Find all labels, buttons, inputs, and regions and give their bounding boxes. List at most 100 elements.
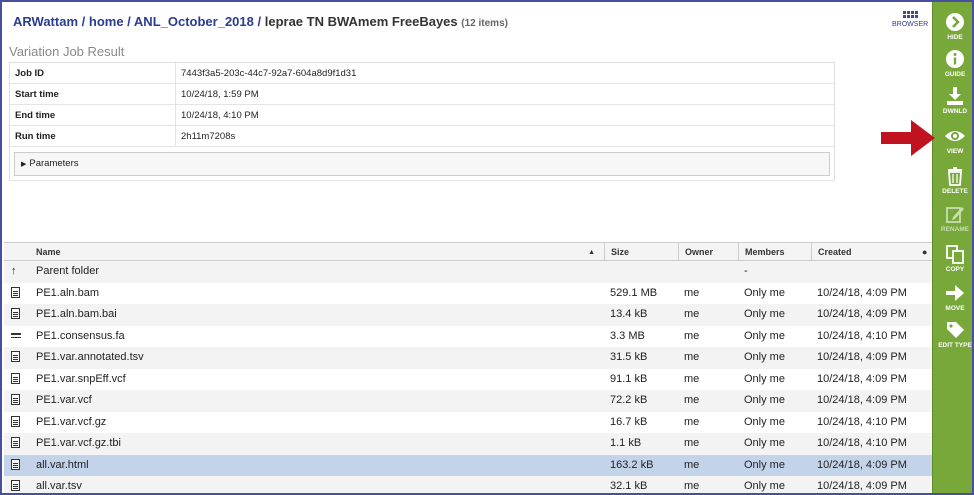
document-icon [4, 283, 30, 305]
file-members: Only me [744, 480, 785, 492]
sidebar-button-copy[interactable]: COPY [933, 244, 972, 273]
file-row[interactable]: PE1.aln.bam 529.1 MB me Only me 10/24/18, 4:… [4, 283, 932, 305]
file-name: PE1.aln.bam.bai [36, 308, 117, 320]
pencil-icon [933, 204, 972, 224]
file-row[interactable]: PE1.aln.bam.bai 13.4 kB me Only me 10/24/18,… [4, 304, 932, 326]
file-size: 72.2 kB [610, 394, 648, 406]
column-header-members[interactable]: Members [738, 243, 810, 262]
file-name: PE1.var.vcf [36, 394, 92, 406]
copy-icon [933, 244, 972, 264]
sidebar-button-edit-type[interactable]: EDIT TYPE [933, 320, 972, 349]
breadcrumb-link-user[interactable]: ARWattam [13, 14, 78, 29]
file-name: all.var.html [36, 458, 89, 471]
file-row[interactable]: ↑ Parent folder - [4, 261, 932, 283]
file-name: PE1.aln.bam [36, 286, 99, 299]
file-row[interactable]: all.var.tsv 32.1 kB me Only me 10/24/18, 4:0… [4, 476, 932, 493]
file-name: PE1.var.vcf.gz [36, 415, 107, 428]
file-row[interactable]: PE1.var.annotated.tsv 31.5 kB me Only me 10/… [4, 347, 932, 369]
job-info-table: Job ID 7443f3a5-203c-44c7-92a7-604a8d9f1… [9, 62, 835, 181]
file-created: 10/24/18, 4:10 PM [817, 437, 907, 449]
sidebar-button-rename[interactable]: RENAME [933, 204, 972, 233]
job-info-value: 7443f3a5-203c-44c7-92a7-604a8d9f1d31 [175, 62, 835, 84]
file-size: 163.2 kB [610, 458, 654, 471]
job-info-key: Start time [9, 83, 176, 105]
file-size: 1.1 kB [610, 437, 642, 449]
file-size: 32.1 kB [610, 480, 648, 492]
up-arrow-icon: ↑ [11, 265, 17, 277]
column-header-name[interactable]: Name ▲ [30, 243, 603, 262]
file-members: Only me [744, 458, 785, 471]
fasta-icon [4, 326, 30, 348]
file-created: 10/24/18, 4:09 PM [817, 480, 907, 492]
sidebar-button-delete[interactable]: DELETE [933, 166, 972, 195]
file-row[interactable]: PE1.var.vcf.gz.tbi 1.1 kB me Only me 10/24/1… [4, 433, 932, 455]
download-icon [933, 86, 972, 106]
file-created: 10/24/18, 4:09 PM [817, 372, 907, 385]
column-header-created[interactable]: Created [811, 243, 921, 262]
parameters-label: Parameters [29, 157, 79, 169]
breadcrumb-link-folder[interactable]: ANL_October_2018 [134, 14, 254, 29]
info-icon [933, 49, 972, 69]
job-info-key: Job ID [9, 62, 176, 84]
document-icon [4, 412, 30, 434]
file-members: Only me [744, 394, 785, 406]
sidebar-button-label: HIDE [947, 34, 963, 41]
file-created: 10/24/18, 4:09 PM [817, 458, 907, 471]
sidebar-button-hide[interactable]: HIDE [933, 12, 972, 41]
file-owner: me [684, 286, 700, 299]
sidebar-button-label: DELETE [942, 188, 968, 195]
sidebar-button-label: EDIT TYPE [938, 342, 972, 349]
file-created: 10/24/18, 4:09 PM [817, 308, 907, 320]
file-size: 91.1 kB [610, 372, 648, 385]
file-owner: me [684, 351, 700, 363]
sidebar-button-dwnld[interactable]: DWNLD [933, 86, 972, 115]
browser-button[interactable]: BROWSER [892, 8, 928, 28]
grid-icon [892, 11, 928, 18]
job-info-value: 10/24/18, 1:59 PM [175, 83, 835, 105]
file-row[interactable]: all.var.html 163.2 kB me Only me 10/24/18, 4… [4, 454, 932, 476]
sidebar-button-guide[interactable]: GUIDE [933, 49, 972, 78]
file-row[interactable]: PE1.var.vcf.gz 16.7 kB me Only me 10/24/18, … [4, 412, 932, 434]
sidebar-button-view[interactable]: VIEW [933, 126, 972, 155]
trash-icon [933, 166, 972, 186]
column-header-size[interactable]: Size [604, 243, 677, 262]
file-size: 31.5 kB [610, 351, 648, 363]
file-owner [678, 261, 737, 283]
document-icon [4, 304, 30, 326]
file-row[interactable]: PE1.var.vcf 72.2 kB me Only me 10/24/18, 4:0… [4, 390, 932, 412]
file-owner: me [684, 372, 700, 385]
document-icon [4, 433, 30, 455]
file-members: Only me [744, 372, 785, 385]
file-created: 10/24/18, 4:09 PM [817, 351, 907, 363]
file-members: - [744, 265, 748, 277]
file-created [811, 261, 921, 283]
file-owner: me [684, 329, 700, 342]
breadcrumb-link-home[interactable]: home [89, 14, 124, 29]
job-info-row: Run time 2h11m7208s [9, 125, 835, 147]
file-members: Only me [744, 308, 785, 320]
file-owner: me [684, 480, 700, 492]
file-owner: me [684, 394, 700, 406]
file-owner: me [684, 437, 700, 449]
eye-icon [933, 126, 972, 146]
parameters-toggle[interactable]: ▶ Parameters [14, 151, 830, 176]
file-created: 10/24/18, 4:09 PM [817, 286, 907, 299]
file-members: Only me [744, 329, 785, 342]
breadcrumb: ARWattam / home / ANL_October_2018 / lep… [13, 14, 508, 29]
job-info-value: 2h11m7208s [175, 125, 835, 147]
column-header-owner[interactable]: Owner [678, 243, 737, 262]
file-name: PE1.consensus.fa [36, 329, 125, 342]
file-row[interactable]: PE1.consensus.fa 3.3 MB me Only me 10/24/18,… [4, 326, 932, 348]
sidebar-button-move[interactable]: MOVE [933, 283, 972, 312]
add-column-icon[interactable]: ● [922, 245, 932, 259]
document-icon [4, 347, 30, 369]
sidebar-button-label: GUIDE [944, 71, 966, 78]
sidebar-button-label: VIEW [946, 148, 964, 155]
file-row[interactable]: PE1.var.snpEff.vcf 91.1 kB me Only me 10/24/… [4, 369, 932, 391]
breadcrumb-current: leprae TN BWAmem FreeBayes [264, 14, 458, 29]
grid-body: ↑ Parent folder - PE1.aln.bam 529.1 MB me Only… [4, 261, 932, 493]
job-info-row: Start time 10/24/18, 1:59 PM [9, 83, 835, 105]
document-icon [4, 390, 30, 412]
file-owner: me [684, 415, 700, 428]
main-panel: ARWattam / home / ANL_October_2018 / lep… [4, 4, 932, 493]
